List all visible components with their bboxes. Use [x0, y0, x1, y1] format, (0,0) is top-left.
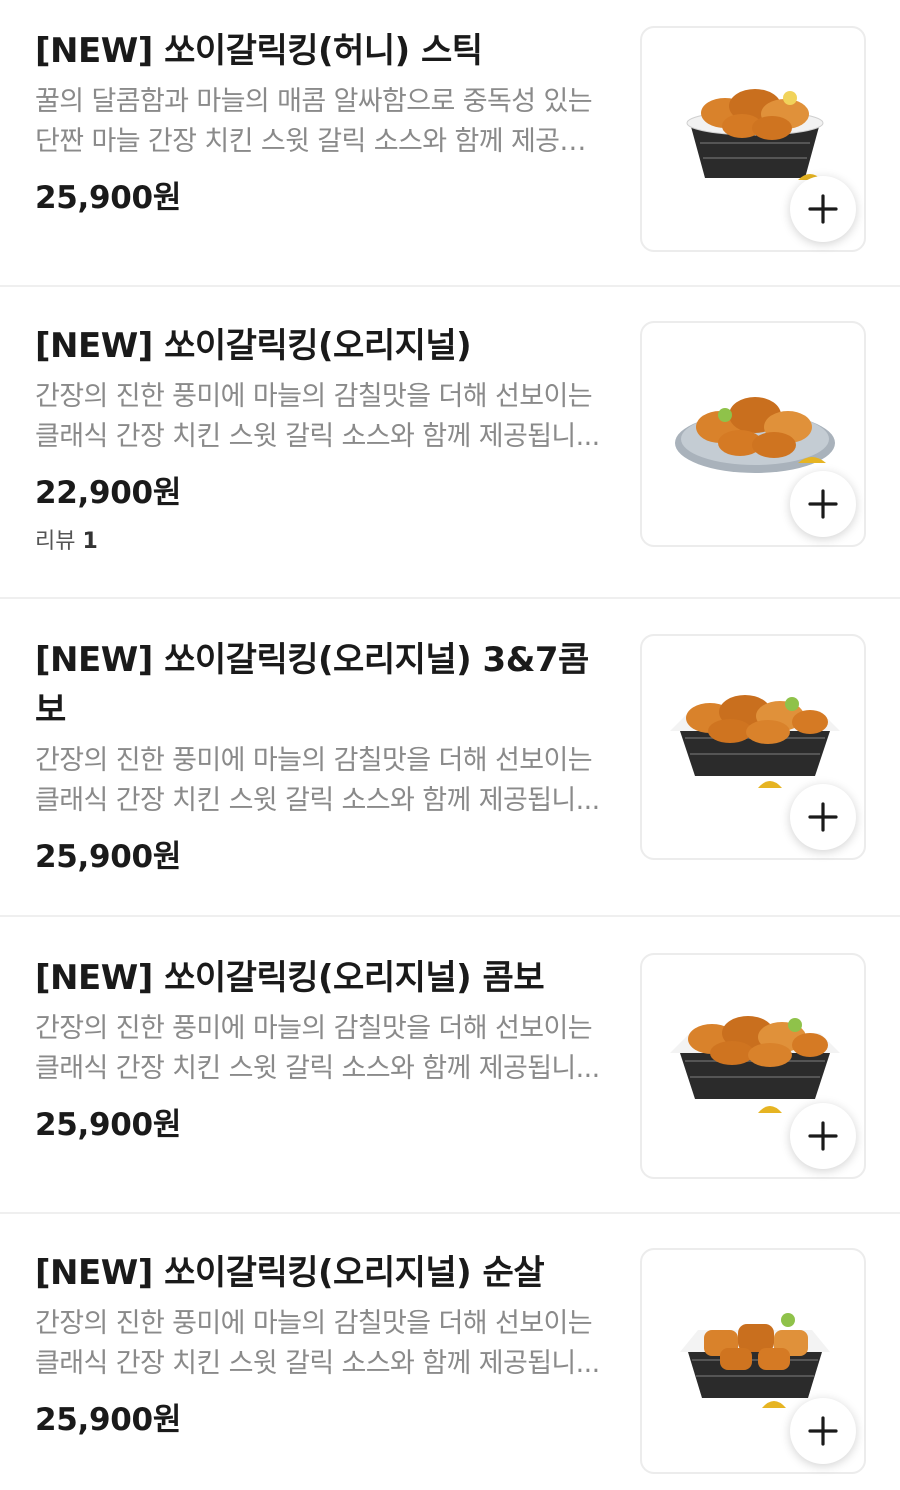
- menu-item-description: 간장의 진한 풍미에 마늘의 감칠맛을 더해 선보이는 클래식 간장 치킨 스윗…: [35, 1009, 610, 1089]
- review-number: 1: [82, 529, 98, 554]
- menu-item[interactable]: [NEW] 쏘이갈릭킹(오리지널) 순살 간장의 진한 풍미에 마늘의 감칠맛을…: [0, 1214, 900, 1490]
- title-line: 보: [35, 690, 66, 730]
- review-count[interactable]: 리뷰 1: [35, 525, 610, 559]
- menu-item-title: [NEW] 쏘이갈릭킹(오리지널) 순살: [35, 1253, 545, 1293]
- menu-item-title: [NEW] 쏘이갈릭킹(허니) 스틱: [35, 31, 483, 71]
- menu-item-price: 25,900원: [35, 1107, 182, 1143]
- description-line: 간장의 진한 풍미에 마늘의 감칠맛을 더해 선보이는: [35, 1013, 593, 1044]
- menu-item-thumbnail[interactable]: [640, 321, 866, 547]
- menu-item-price: 25,900원: [35, 1402, 182, 1438]
- add-to-cart-button[interactable]: [790, 784, 856, 850]
- menu-item-description: 간장의 진한 풍미에 마늘의 감칠맛을 더해 선보이는 클래식 간장 치킨 스윗…: [35, 377, 610, 457]
- menu-item-thumbnail[interactable]: [640, 953, 866, 1179]
- menu-item-text: [NEW] 쏘이갈릭킹(오리지널) 간장의 진한 풍미에 마늘의 감칠맛을 더해…: [35, 321, 610, 559]
- menu-item-text: [NEW] 쏘이갈릭킹(오리지널) 콤보 간장의 진한 풍미에 마늘의 감칠맛을…: [35, 953, 610, 1147]
- menu-item-price: 25,900원: [35, 180, 182, 216]
- review-label: 리뷰: [35, 529, 76, 554]
- plus-icon: [808, 1416, 838, 1446]
- menu-item-description: 간장의 진한 풍미에 마늘의 감칠맛을 더해 선보이는 클래식 간장 치킨 스윗…: [35, 1304, 610, 1384]
- menu-item-thumbnail[interactable]: [640, 1248, 866, 1474]
- menu-item[interactable]: [NEW] 쏘이갈릭킹(오리지널) 간장의 진한 풍미에 마늘의 감칠맛을 더해…: [0, 287, 900, 599]
- add-to-cart-button[interactable]: [790, 1103, 856, 1169]
- description-line: 클래식 간장 치킨 스윗 갈릭 소스와 함께 제공됩니...: [35, 1348, 600, 1379]
- menu-item-price: 25,900원: [35, 839, 182, 875]
- menu-item-text: [NEW] 쏘이갈릭킹(오리지널) 순살 간장의 진한 풍미에 마늘의 감칠맛을…: [35, 1248, 610, 1442]
- menu-item[interactable]: [NEW] 쏘이갈릭킹(오리지널) 3&7콤 보 간장의 진한 풍미에 마늘의 …: [0, 599, 900, 917]
- menu-item-title: [NEW] 쏘이갈릭킹(오리지널): [35, 326, 472, 366]
- plus-icon: [808, 1121, 838, 1151]
- menu-item[interactable]: [NEW] 쏘이갈릭킹(허니) 스틱 꿀의 달콤함과 마늘의 매콤 알싸함으로 …: [0, 0, 900, 287]
- add-to-cart-button[interactable]: [790, 1398, 856, 1464]
- description-line: 간장의 진한 풍미에 마늘의 감칠맛을 더해 선보이는: [35, 745, 593, 776]
- description-line: 꿀의 달콤함과 마늘의 매콤 알싸함으로 중독성 있는: [35, 86, 593, 117]
- menu-item-thumbnail[interactable]: [640, 634, 866, 860]
- plus-icon: [808, 194, 838, 224]
- menu-item-thumbnail[interactable]: [640, 26, 866, 252]
- description-line: 간장의 진한 풍미에 마늘의 감칠맛을 더해 선보이는: [35, 381, 593, 412]
- description-line: 클래식 간장 치킨 스윗 갈릭 소스와 함께 제공됩니...: [35, 421, 600, 452]
- plus-icon: [808, 802, 838, 832]
- menu-item-title: [NEW] 쏘이갈릭킹(오리지널) 3&7콤 보: [35, 635, 610, 735]
- menu-item-description: 간장의 진한 풍미에 마늘의 감칠맛을 더해 선보이는 클래식 간장 치킨 스윗…: [35, 741, 610, 821]
- menu-item-text: [NEW] 쏘이갈릭킹(오리지널) 3&7콤 보 간장의 진한 풍미에 마늘의 …: [35, 635, 610, 879]
- title-line: [NEW] 쏘이갈릭킹(오리지널) 3&7콤: [35, 640, 589, 680]
- add-to-cart-button[interactable]: [790, 176, 856, 242]
- menu-list: [NEW] 쏘이갈릭킹(허니) 스틱 꿀의 달콤함과 마늘의 매콤 알싸함으로 …: [0, 0, 900, 1490]
- menu-item-price: 22,900원: [35, 475, 182, 511]
- description-line: 클래식 간장 치킨 스윗 갈릭 소스와 함께 제공됩니...: [35, 1053, 600, 1084]
- add-to-cart-button[interactable]: [790, 471, 856, 537]
- description-line: 클래식 간장 치킨 스윗 갈릭 소스와 함께 제공됩니...: [35, 785, 600, 816]
- menu-item-description: 꿀의 달콤함과 마늘의 매콤 알싸함으로 중독성 있는 단짠 마늘 간장 치킨 …: [35, 82, 610, 162]
- description-line: 간장의 진한 풍미에 마늘의 감칠맛을 더해 선보이는: [35, 1308, 593, 1339]
- menu-item-title: [NEW] 쏘이갈릭킹(오리지널) 콤보: [35, 958, 545, 998]
- menu-item[interactable]: [NEW] 쏘이갈릭킹(오리지널) 콤보 간장의 진한 풍미에 마늘의 감칠맛을…: [0, 917, 900, 1214]
- menu-item-text: [NEW] 쏘이갈릭킹(허니) 스틱 꿀의 달콤함과 마늘의 매콤 알싸함으로 …: [35, 26, 610, 220]
- description-line: 단짠 마늘 간장 치킨 스윗 갈릭 소스와 함께 제공됩…: [35, 126, 610, 157]
- plus-icon: [808, 489, 838, 519]
